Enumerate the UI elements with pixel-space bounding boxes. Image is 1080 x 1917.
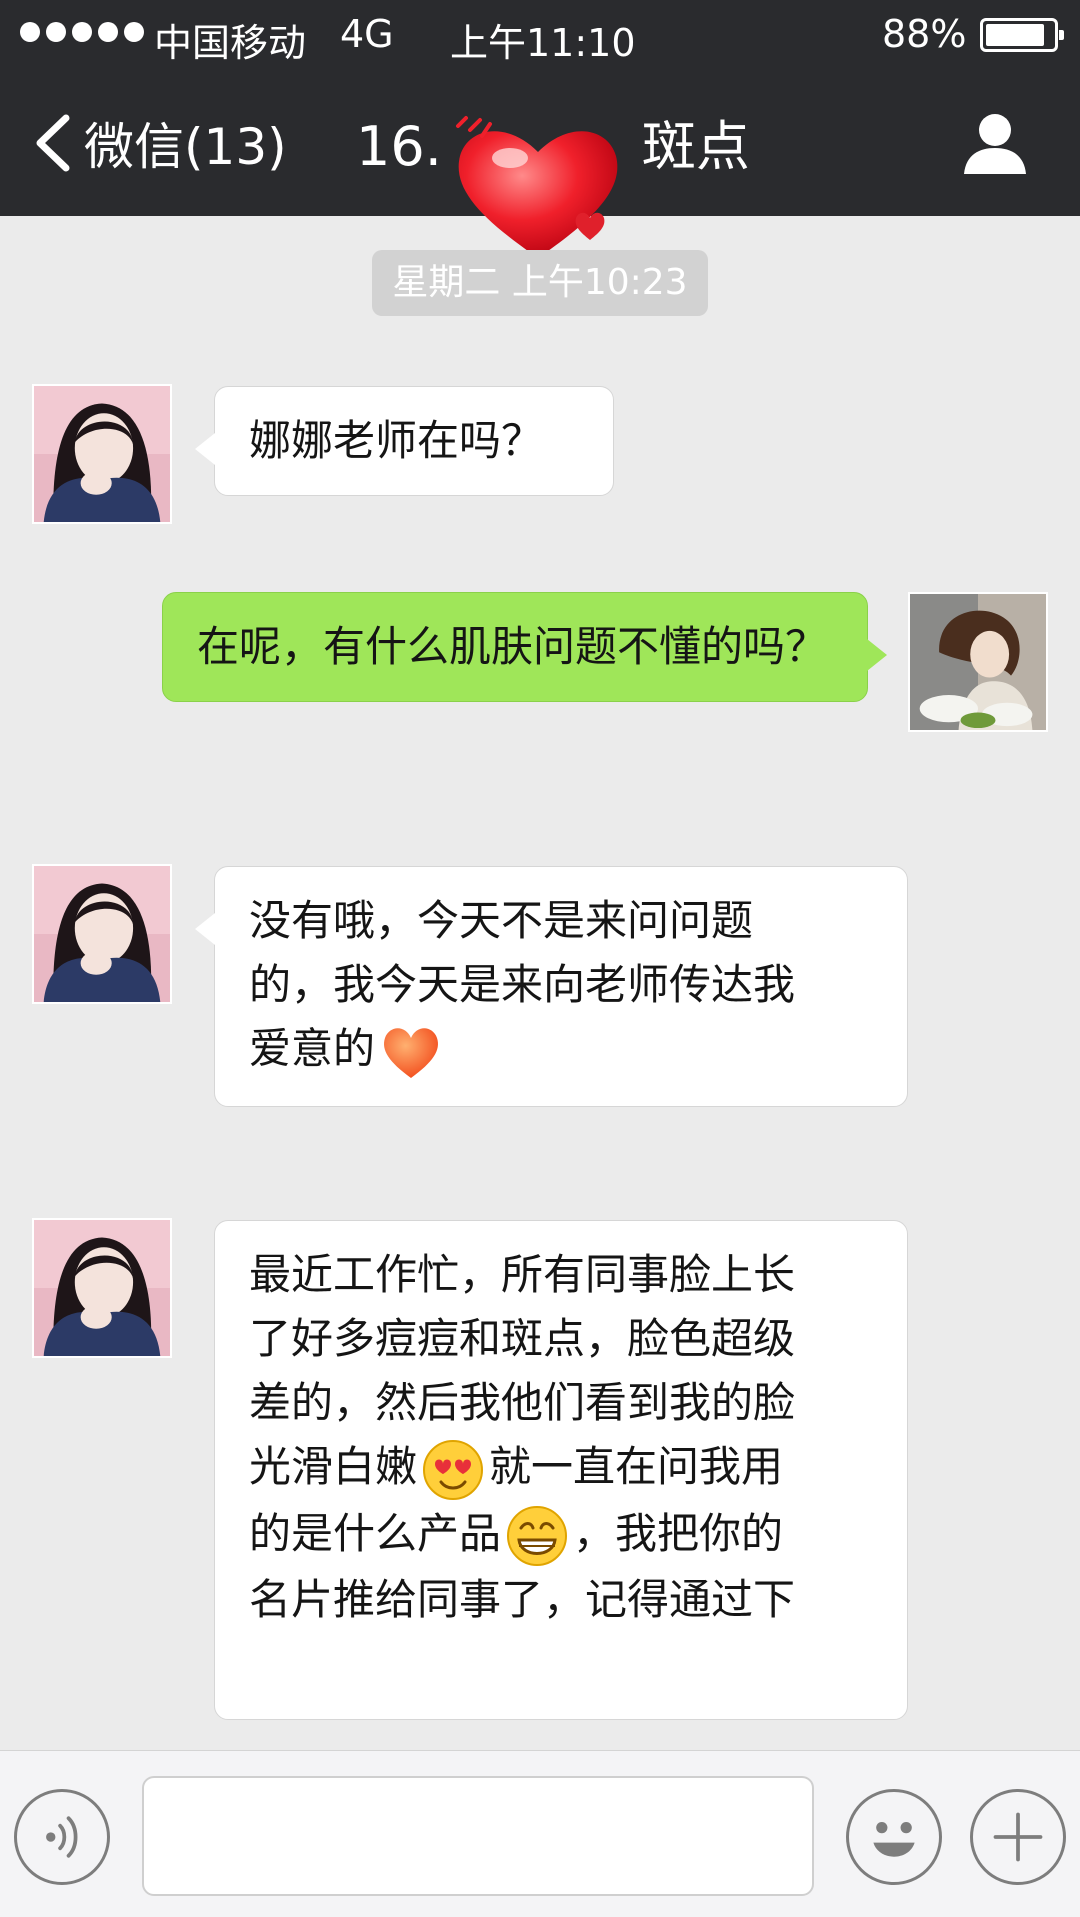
voice-button[interactable] <box>14 1789 110 1885</box>
user-icon <box>964 114 1026 174</box>
grin-emoji-icon <box>505 1504 569 1568</box>
chat-title-start: 16. <box>356 115 442 178</box>
plus-icon <box>993 1812 1043 1862</box>
battery-percent: 88% <box>882 12 967 56</box>
chat-title-end: 斑点 <box>641 115 750 178</box>
message-bubble-outgoing[interactable]: 在呢，有什么肌肤问题不懂的吗？ <box>162 592 887 702</box>
network-type: 4G <box>340 12 394 56</box>
heart-emoji-icon <box>379 1020 443 1084</box>
message-bubble-incoming[interactable]: 娜娜老师在吗？ <box>195 386 614 496</box>
battery-icon <box>980 18 1064 52</box>
contact-avatar[interactable] <box>32 1218 172 1358</box>
message-input[interactable] <box>142 1776 814 1896</box>
my-avatar[interactable] <box>908 592 1048 732</box>
back-label: 微信(13) <box>84 118 287 176</box>
message-text-line: 最近工作忙，所有同事脸上长 <box>249 1250 796 1299</box>
message-text-line: 爱意的 <box>249 1017 875 1084</box>
back-button[interactable]: 微信(13) <box>30 108 287 178</box>
contact-avatar[interactable] <box>32 384 172 524</box>
message-text-line: 光滑白嫩 就一直在问我用 <box>249 1435 875 1502</box>
input-bar <box>0 1750 1080 1917</box>
carrier-name: 中国移动 <box>154 21 307 65</box>
message-text: 娜娜老师在吗？ <box>249 416 544 465</box>
profile-button[interactable] <box>960 108 1030 178</box>
contact-avatar[interactable] <box>32 864 172 1004</box>
message-text-line: 的，我今天是来向老师传达我 <box>249 960 796 1009</box>
message-text-line: 名片推给同事了，记得通过下 <box>249 1575 796 1624</box>
message-bubble-incoming[interactable]: 最近工作忙，所有同事脸上长 了好多痘痘和斑点，脸色超级 差的，然后我他们看到我的… <box>214 1220 908 1720</box>
message-text-line: 的是什么产品 ，我把你的 <box>249 1502 875 1569</box>
plus-button[interactable] <box>970 1789 1066 1885</box>
chevron-left-icon <box>36 114 70 172</box>
message-text: 在呢，有什么肌肤问题不懂的吗？ <box>197 622 828 671</box>
message-bubble-incoming[interactable]: 没有哦，今天不是来问问题 的，我今天是来向老师传达我 爱意的 <box>195 866 908 1107</box>
chat-timestamp: 星期二 上午10:23 <box>372 250 708 316</box>
voice-icon <box>46 1816 78 1858</box>
smiley-icon <box>873 1822 915 1857</box>
emoji-button[interactable] <box>846 1789 942 1885</box>
message-text-line: 没有哦，今天不是来问问题 <box>249 896 754 945</box>
status-time: 上午11:10 <box>450 21 636 65</box>
heart-eyes-emoji-icon <box>421 1438 485 1502</box>
message-text-line: 差的，然后我他们看到我的脸 <box>249 1378 796 1427</box>
signal-strength-icon <box>20 22 144 42</box>
status-bar: 中国移动 4G 上午11:10 88% <box>0 0 1080 68</box>
chat-header: 微信(13) 16. 斑点 <box>0 68 1080 258</box>
message-text-line: 了好多痘痘和斑点，脸色超级 <box>249 1314 796 1363</box>
